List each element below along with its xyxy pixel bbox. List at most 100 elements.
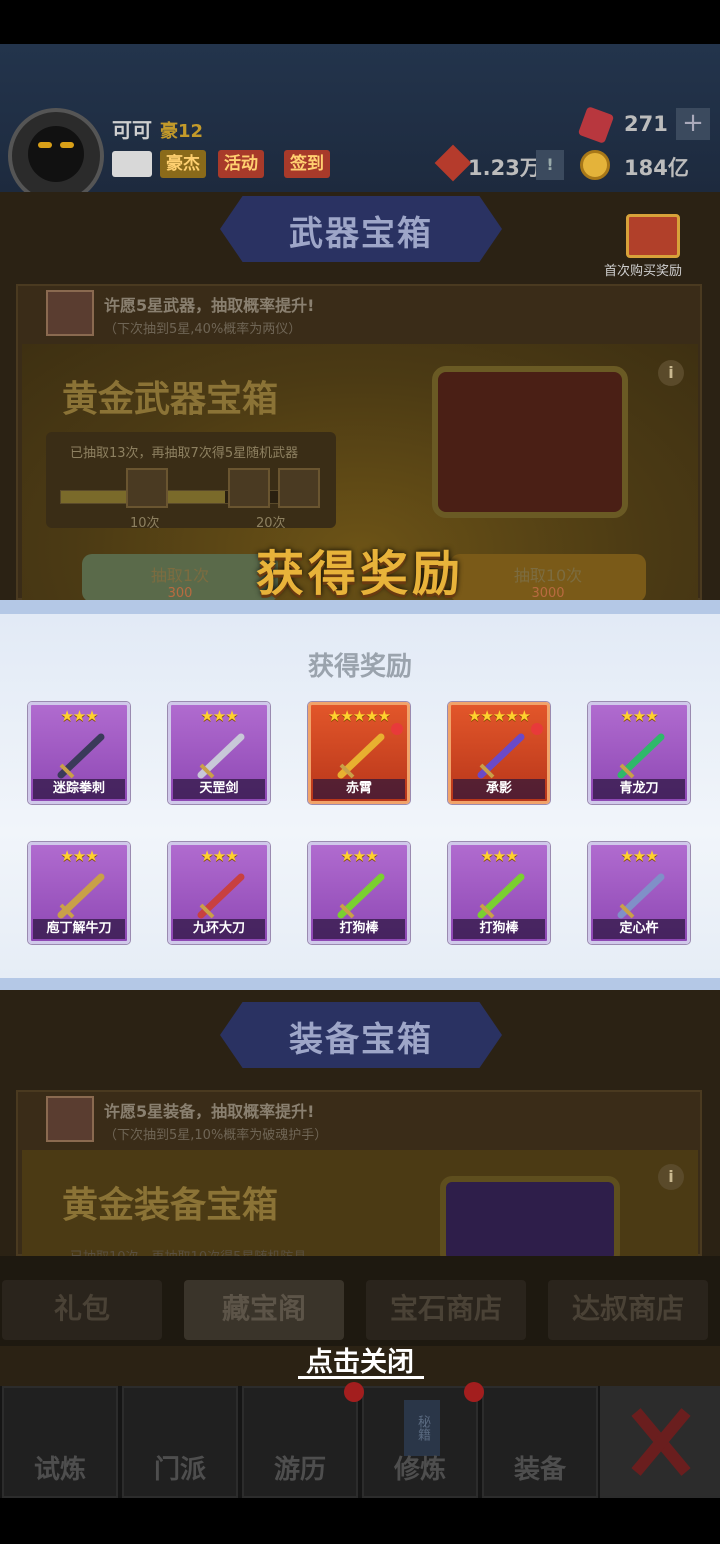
reward-item-name: 承影 xyxy=(453,779,545,799)
rarity-stars: ★★★ xyxy=(60,847,98,865)
tab-uncle-shop[interactable]: 达叔商店 xyxy=(548,1280,708,1340)
player-avatar[interactable] xyxy=(8,108,104,204)
reward-item-name: 赤霄 xyxy=(313,779,405,799)
reward-item-card[interactable]: ★★★ 定心杵 xyxy=(588,842,690,944)
reward-item-name: 天罡剑 xyxy=(173,779,265,799)
reward-item-name: 迷踪拳刺 xyxy=(33,779,125,799)
reward-item-card[interactable]: ★★★ 打狗棒 xyxy=(448,842,550,944)
tab-treasure-pavilion[interactable]: 藏宝阁 xyxy=(184,1280,344,1340)
nav-equipment[interactable]: 装备 xyxy=(482,1386,598,1498)
coin-icon xyxy=(580,150,610,180)
rarity-stars: ★★★ xyxy=(480,847,518,865)
nav-trial[interactable]: 试炼 xyxy=(2,1386,118,1498)
tap-to-close-hint[interactable]: 点击关闭 xyxy=(0,1340,720,1379)
milestone-20-reward[interactable] xyxy=(228,468,270,508)
milestone-10-label: 10次 xyxy=(130,516,160,531)
reward-item-card[interactable]: ★★★★★ 承影 xyxy=(448,702,550,804)
secret-book-icon: 秘籍 xyxy=(404,1400,440,1456)
close-hint-underline xyxy=(298,1376,424,1379)
mail-icon[interactable] xyxy=(112,151,152,177)
weapon-icon xyxy=(57,733,105,779)
milestone-10-reward[interactable] xyxy=(126,468,168,508)
weapon-icon xyxy=(477,733,525,779)
nav-cultivate[interactable]: 秘籍 修炼 xyxy=(362,1386,478,1498)
power-value: 1.23万 xyxy=(468,156,541,180)
equip-chest-title: 黄金装备宝箱 xyxy=(62,1185,279,1226)
system-nav-bar xyxy=(0,1498,720,1544)
milestone-20-reward-alt[interactable] xyxy=(278,468,320,508)
add-gems-button[interactable]: + xyxy=(676,108,710,140)
equip-info-icon[interactable]: i xyxy=(658,1164,684,1190)
reward-header: 获得奖励 xyxy=(255,546,464,602)
player-name-row: 可可 豪12 xyxy=(112,114,203,143)
weapon-icon xyxy=(337,733,385,779)
reward-item-card[interactable]: ★★★ 迷踪拳刺 xyxy=(28,702,130,804)
info-icon[interactable]: i xyxy=(658,360,684,386)
nav-cultivate-label: 修炼 xyxy=(393,1455,446,1485)
reward-item-card[interactable]: ★★★ 青龙刀 xyxy=(588,702,690,804)
wish-equip-icon[interactable] xyxy=(46,1096,94,1142)
reward-item-name: 定心杵 xyxy=(593,919,685,939)
treasure-chest-image xyxy=(432,366,628,518)
wish-weapon-icon[interactable] xyxy=(46,290,94,336)
reward-modal-title: 获得奖励 xyxy=(307,652,412,682)
equip-chest-banner-text: 装备宝箱 xyxy=(289,1020,433,1060)
first-purchase-label: 首次购买奖励 xyxy=(604,264,683,279)
favorite-heart-icon xyxy=(531,723,543,735)
reward-item-card[interactable]: ★★★ 打狗棒 xyxy=(308,842,410,944)
rarity-stars: ★★★ xyxy=(620,707,658,725)
tab-gem-shop[interactable]: 宝石商店 xyxy=(366,1280,526,1340)
equip-wish-subtitle: （下次抽到5星,10%概率为破魂护手） xyxy=(104,1128,328,1143)
weapon-chest-banner-text: 武器宝箱 xyxy=(289,214,433,254)
rarity-stars: ★★★★★ xyxy=(467,707,531,725)
weapon-icon xyxy=(337,873,385,919)
hero-tag-button[interactable]: 豪杰 xyxy=(160,150,206,178)
wish-title: 许愿5星武器，抽取概率提升! xyxy=(104,296,315,315)
rarity-stars: ★★★ xyxy=(340,847,378,865)
player-level: 豪12 xyxy=(160,121,204,142)
player-name: 可可 xyxy=(112,118,152,142)
avatar-eye-icon xyxy=(38,142,52,148)
weapon-icon xyxy=(617,873,665,919)
milestone-20-label: 20次 xyxy=(256,516,286,531)
weapon-icon xyxy=(197,733,245,779)
avatar-face xyxy=(28,126,84,182)
reward-item-card[interactable]: ★★★ 庖丁解牛刀 xyxy=(28,842,130,944)
close-menu-button[interactable] xyxy=(600,1386,720,1498)
reward-item-card[interactable]: ★★★★★ 赤霄 xyxy=(308,702,410,804)
event-button[interactable]: 活动 xyxy=(218,150,264,178)
tab-gift-pack[interactable]: 礼包 xyxy=(2,1280,162,1340)
notification-dot xyxy=(464,1382,484,1402)
gold-chest-title: 黄金武器宝箱 xyxy=(62,379,279,420)
weapon-icon xyxy=(57,873,105,919)
reward-item-name: 打狗棒 xyxy=(313,919,405,939)
coin-count: 184亿 xyxy=(624,156,689,180)
notification-dot xyxy=(344,1382,364,1402)
nav-travel[interactable]: 游历 xyxy=(242,1386,358,1498)
rarity-stars: ★★★ xyxy=(60,707,98,725)
weapon-icon xyxy=(477,873,525,919)
rarity-stars: ★★★ xyxy=(200,847,238,865)
gift-chest-icon[interactable] xyxy=(626,214,680,258)
reward-item-name: 打狗棒 xyxy=(453,919,545,939)
reward-item-card[interactable]: ★★★ 九环大刀 xyxy=(168,842,270,944)
avatar-eye-icon xyxy=(60,142,74,148)
weapon-icon xyxy=(197,873,245,919)
nav-equipment-label: 装备 xyxy=(513,1455,566,1485)
nav-sect[interactable]: 门派 xyxy=(122,1386,238,1498)
reward-item-name: 青龙刀 xyxy=(593,779,685,799)
equip-wish-title: 许愿5星装备，抽取概率提升! xyxy=(104,1102,315,1121)
favorite-heart-icon xyxy=(391,723,403,735)
draw-progress-text: 已抽取13次，再抽取7次得5星随机武器 xyxy=(70,446,299,461)
equip-chest-image xyxy=(440,1176,620,1266)
reward-item-name: 庖丁解牛刀 xyxy=(33,919,125,939)
status-bar xyxy=(0,0,720,44)
nav-trial-label: 试炼 xyxy=(33,1455,86,1485)
wish-subtitle: （下次抽到5星,40%概率为两仪） xyxy=(104,322,302,337)
rarity-stars: ★★★★★ xyxy=(327,707,391,725)
nav-sect-label: 门派 xyxy=(153,1455,206,1485)
weapon-icon xyxy=(617,733,665,779)
reward-item-card[interactable]: ★★★ 天罡剑 xyxy=(168,702,270,804)
checkin-button[interactable]: 签到 xyxy=(284,150,330,178)
power-info-button[interactable]: ! xyxy=(536,150,564,180)
